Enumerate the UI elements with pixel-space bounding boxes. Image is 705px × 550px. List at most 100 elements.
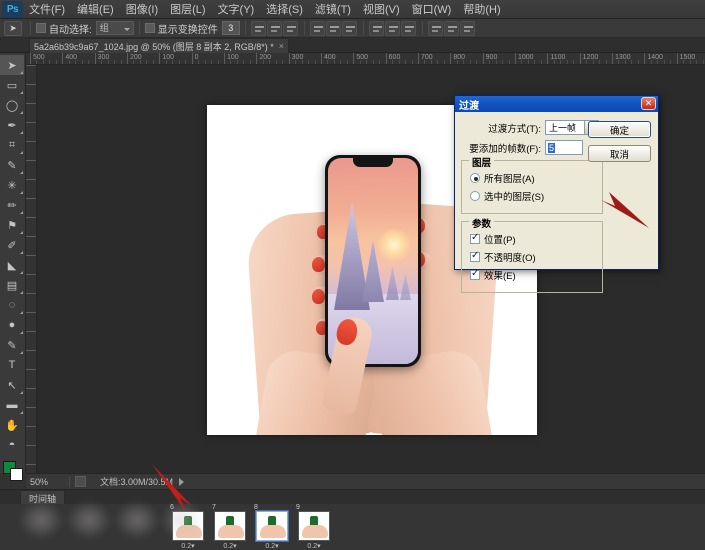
checkbox-position[interactable]: 位置(P) [470,232,596,246]
align-vertical-centers-button[interactable] [325,20,341,36]
menu-file[interactable]: 文件(F) [24,0,70,19]
color-swatches[interactable] [0,459,24,485]
align-bottom-edges-button[interactable] [341,20,357,36]
brush-tool[interactable]: ✏ [0,195,24,215]
dialog-title: 过渡 [459,100,479,112]
distribute-center-button[interactable] [384,20,400,36]
history-brush-tool[interactable]: ✐ [0,235,24,255]
ruler-tick-vertical [26,84,36,85]
distribute-right-button[interactable] [459,20,475,36]
type-tool[interactable]: T [0,355,24,375]
ok-button[interactable]: 确定 [588,121,651,138]
checkbox-icon-checked[interactable] [470,232,480,244]
align-horizontal-centers-button[interactable] [266,20,282,36]
frame-thumbnail[interactable] [298,511,330,541]
menu-edit[interactable]: 编辑(E) [72,0,119,19]
frames-input[interactable]: 5 [545,140,583,155]
lasso-tool[interactable]: ◯ [0,95,24,115]
auto-select-dropdown[interactable]: 组 [95,21,134,35]
menu-view[interactable]: 视图(V) [358,0,405,19]
ruler-tick: 100 [159,53,174,64]
left-nail-3 [312,289,325,304]
radio-icon-selected[interactable] [470,173,480,183]
dialog-pointer-arrow [601,192,649,228]
quick-select-tool[interactable]: ✒ [0,115,24,135]
align-top-edges-button[interactable] [309,20,325,36]
frame-delay[interactable]: 0.2▾ [181,542,194,550]
ruler-tick-vertical [26,255,36,256]
spot-heal-tool[interactable]: ✳ [0,175,24,195]
frame-delay[interactable]: 0.2▾ [223,542,236,550]
ruler-tick: 500 [30,53,45,64]
distribute-top-button[interactable] [368,20,384,36]
zoom-level[interactable]: 50% [30,477,64,487]
ruler-tick-vertical [26,445,36,446]
move-tool[interactable]: ➤ [0,55,24,75]
checkbox-effects[interactable]: 效果(E) [470,268,596,282]
dodge-tool[interactable]: ● [0,315,24,335]
layer-count-field[interactable]: 3 [221,21,240,35]
ruler-tick-vertical [26,426,36,427]
auto-select-checkbox[interactable] [36,23,46,33]
radio-selected-layers[interactable]: 选中的图层(S) [470,189,596,203]
ruler-tick-label: 1100 [550,54,566,61]
ruler-tick: 100 [224,53,239,64]
menu-filter[interactable]: 滤镜(T) [310,0,356,19]
show-transform-checkbox[interactable] [144,23,155,33]
menu-help[interactable]: 帮助(H) [458,0,505,19]
distribute-hcenter-button[interactable] [443,20,459,36]
frame-thumb-hands [260,525,286,538]
eyedropper-tool[interactable]: ✎ [0,155,24,175]
zoom-tool[interactable]: ◓ [0,435,24,455]
background-color-swatch[interactable] [10,468,23,481]
close-icon[interactable]: ✕ [641,97,656,110]
ruler-tick: 1100 [547,53,565,64]
ruler-tick-vertical [26,217,36,218]
align-right-edges-button[interactable] [282,20,298,36]
timeline-blur-blob-1 [18,500,64,540]
options-divider-4 [303,21,305,35]
ruler-tick-vertical [26,160,36,161]
frame-delay[interactable]: 0.2▾ [307,542,320,550]
checkbox-icon-checked[interactable] [470,268,480,280]
hand-tool[interactable]: ✋ [0,415,24,435]
marquee-tool[interactable]: ▭ [0,75,24,95]
gradient-tool[interactable]: ▤ [0,275,24,295]
menu-select[interactable]: 选择(S) [261,0,308,19]
radio-icon-unselected[interactable] [470,191,480,201]
crop-tool[interactable]: ⌗ [0,135,24,155]
checkbox-opacity[interactable]: 不透明度(O) [470,250,596,264]
shape-tool[interactable]: ▬ [0,395,24,415]
distribute-bottom-button[interactable] [400,20,416,36]
eraser-tool[interactable]: ◣ [0,255,24,275]
radio-all-layers[interactable]: 所有图层(A) [470,171,596,185]
pen-tool[interactable]: ✎ [0,335,24,355]
clone-stamp-tool[interactable]: ⚑ [0,215,24,235]
frame-delay[interactable]: 0.2▾ [265,542,278,550]
timeline-pointer-arrow [152,464,192,512]
tween-dialog[interactable]: 过渡 ✕ 过渡方式(T): 上一帧 要添加的帧数(F): 5 图层 所有图层(A… [454,95,659,293]
ruler-tick-vertical [26,141,36,142]
ruler-tick: 300 [288,53,303,64]
menu-window[interactable]: 窗口(W) [407,0,457,19]
timeline-frame[interactable]: 9 0.2▾ [296,504,332,550]
distribute-left-button[interactable] [427,20,443,36]
timeline-frame[interactable]: 7 0.2▾ [212,504,248,550]
cancel-button[interactable]: 取消 [588,145,651,162]
checkbox-icon-checked[interactable] [470,250,480,262]
blur-tool[interactable]: ◌ [0,295,24,315]
ruler-tick: 800 [450,53,465,64]
opacity-label: 不透明度(O) [484,253,536,264]
timeline-frame[interactable]: 8 0.2▾ [254,504,290,550]
menu-layer[interactable]: 图层(L) [165,0,210,19]
path-select-tool[interactable]: ↖ [0,375,24,395]
frame-thumbnail[interactable] [256,511,288,541]
frame-thumbnail[interactable] [214,511,246,541]
move-tool-icon[interactable]: ➤ [4,20,22,36]
close-icon[interactable]: × [279,41,284,51]
dialog-title-bar[interactable]: 过渡 ✕ [455,96,658,112]
menu-type[interactable]: 文字(Y) [213,0,260,19]
document-tab[interactable]: 5a2a6b39c9a67_1024.jpg @ 50% (图层 8 副本 2,… [29,38,290,53]
align-left-edges-button[interactable] [250,20,266,36]
menu-image[interactable]: 图像(I) [121,0,163,19]
